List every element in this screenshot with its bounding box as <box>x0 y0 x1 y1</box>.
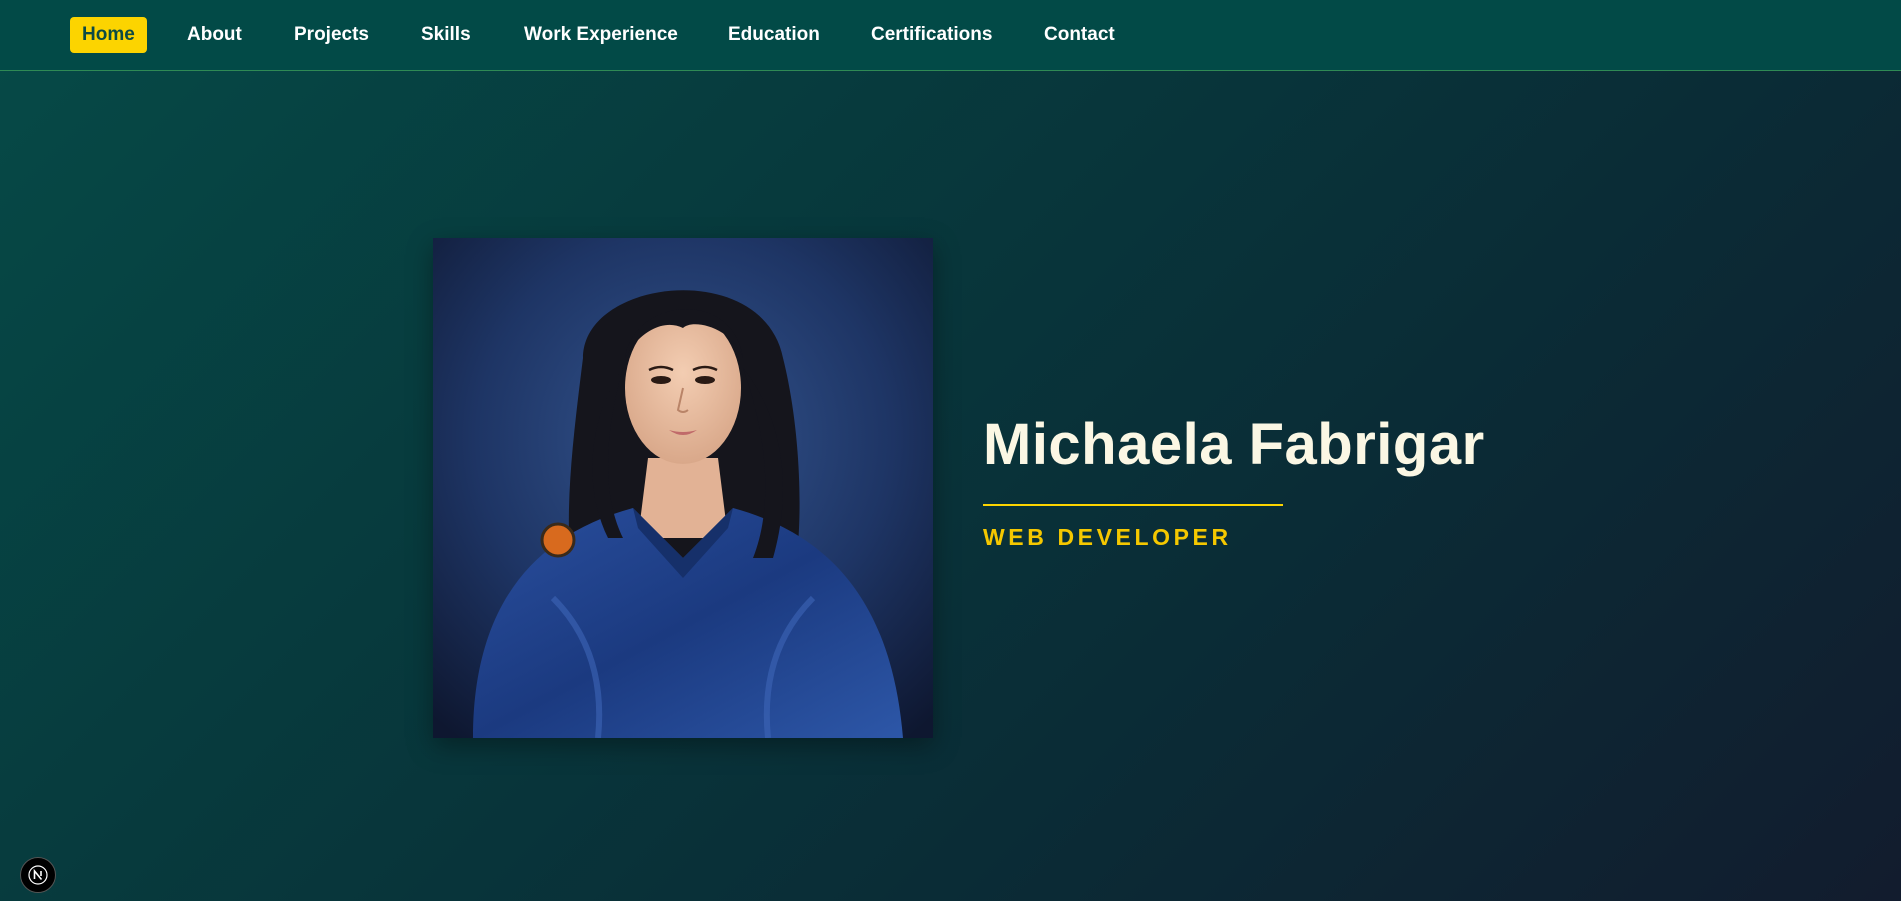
nav-contact[interactable]: Contact <box>1044 17 1115 53</box>
nextjs-icon <box>28 865 48 885</box>
portrait-illustration <box>433 238 933 738</box>
nextjs-dev-badge[interactable] <box>20 857 56 893</box>
nav-education[interactable]: Education <box>728 17 820 53</box>
hero-name: Michaela Fabrigar <box>983 412 1485 477</box>
nav-about[interactable]: About <box>187 17 242 53</box>
hero-divider <box>983 504 1283 506</box>
nav-skills[interactable]: Skills <box>421 17 471 53</box>
hero-role: WEB DEVELOPER <box>983 524 1232 550</box>
profile-photo <box>433 238 933 738</box>
nav-home[interactable]: Home <box>70 17 147 53</box>
nav-certifications[interactable]: Certifications <box>871 17 992 53</box>
top-navbar: Home About Projects Skills Work Experien… <box>0 0 1901 71</box>
nav-projects[interactable]: Projects <box>294 17 369 53</box>
nav-work-experience[interactable]: Work Experience <box>524 17 678 53</box>
